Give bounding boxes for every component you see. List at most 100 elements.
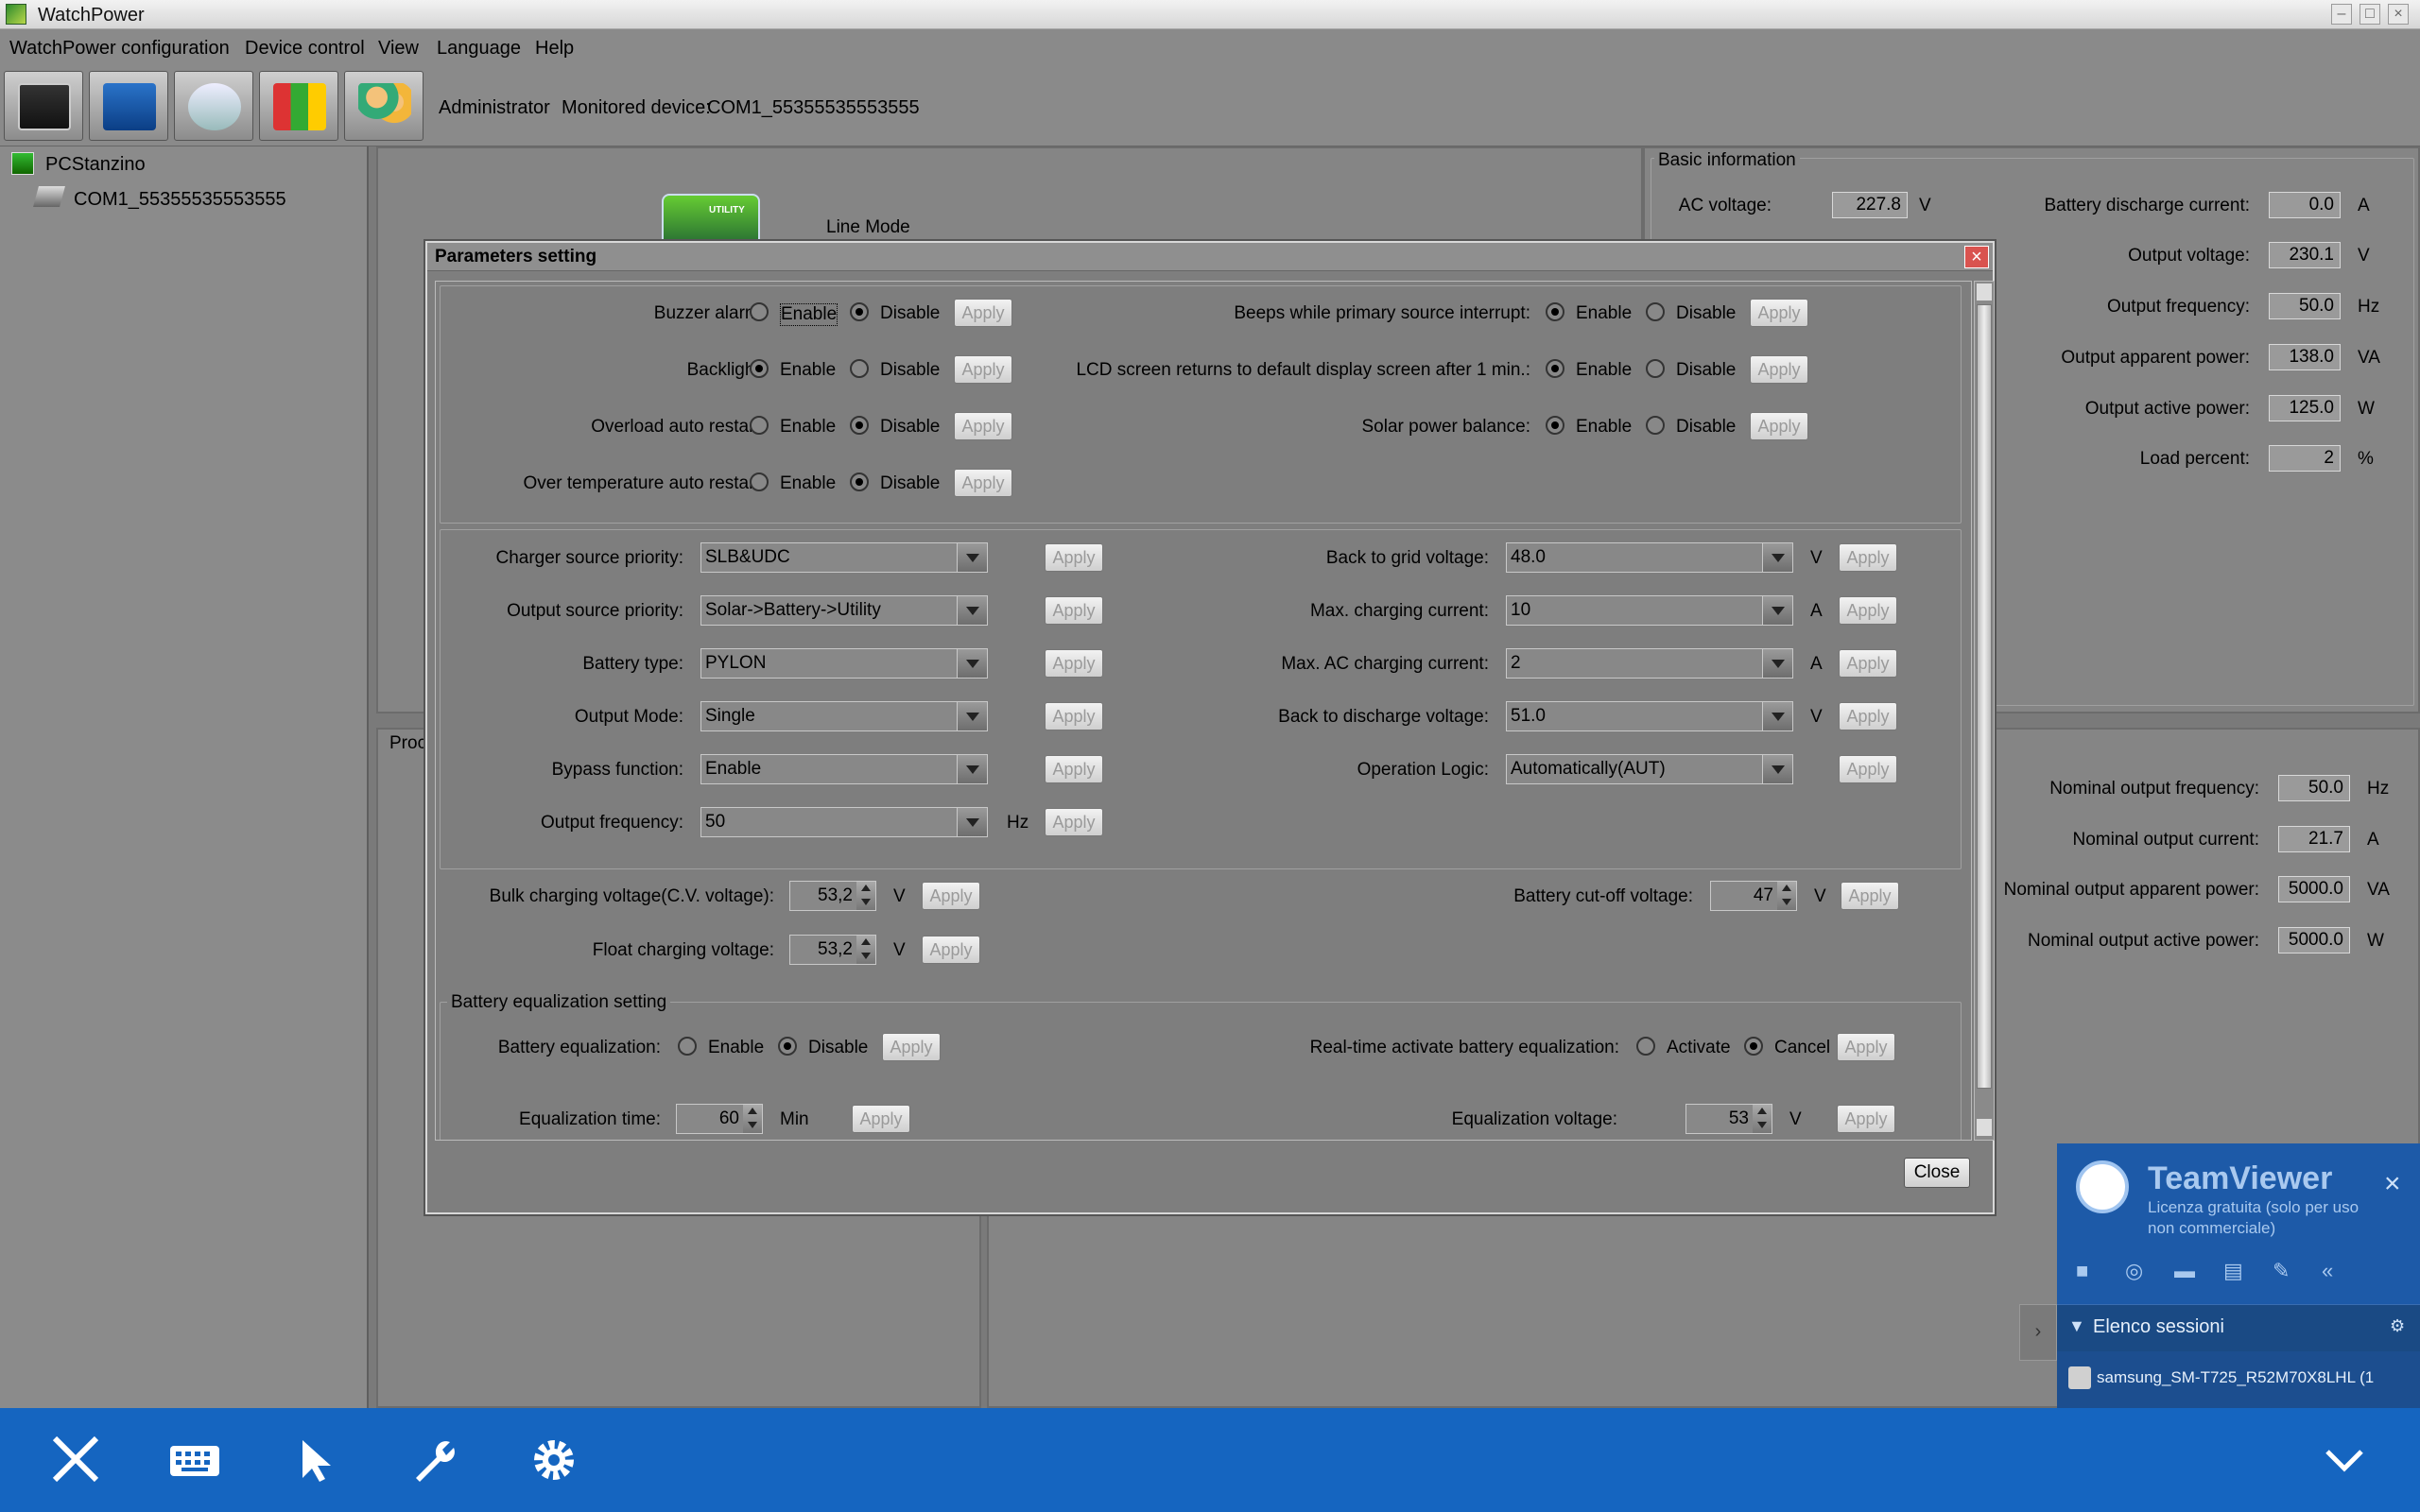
lcd-disable-label[interactable]: Disable [1676, 360, 1736, 381]
equalization-voltage-spinner[interactable]: 53 [1685, 1104, 1772, 1134]
realtime-cancel-radio[interactable] [1744, 1037, 1763, 1056]
overtemp-enable-label[interactable]: Enable [780, 473, 836, 494]
equalization-voltage-apply[interactable]: Apply [1837, 1105, 1895, 1133]
keyboard-icon[interactable] [166, 1436, 223, 1484]
bulk-charging-voltage-apply[interactable]: Apply [922, 882, 980, 910]
realtime-cancel-label[interactable]: Cancel [1774, 1038, 1830, 1058]
close-icon[interactable] [47, 1436, 104, 1484]
sessions-header[interactable]: ▼ Elenco sessioni ⚙ [2057, 1304, 2420, 1351]
buzzer-apply-button[interactable]: Apply [954, 299, 1012, 327]
max-ac-charging-current-apply[interactable]: Apply [1839, 649, 1897, 678]
beeps-enable-radio[interactable] [1546, 302, 1564, 321]
backlight-enable-label[interactable]: Enable [780, 360, 836, 381]
backlight-disable-label[interactable]: Disable [880, 360, 940, 381]
max-charging-current-apply[interactable]: Apply [1839, 596, 1897, 625]
close-window-icon[interactable]: × [2388, 4, 2409, 25]
overload-enable-radio[interactable] [750, 416, 769, 435]
menu-help[interactable]: Help [535, 38, 574, 60]
equalization-apply-button[interactable]: Apply [882, 1033, 941, 1061]
configuration-button[interactable] [89, 71, 168, 141]
overtemp-apply-button[interactable]: Apply [954, 469, 1012, 497]
equalization-time-spinner[interactable]: 60 [676, 1104, 763, 1134]
teamviewer-close-icon[interactable]: × [2384, 1168, 2401, 1200]
tree-root-pc[interactable]: PCStanzino [45, 154, 146, 176]
operation-logic-apply[interactable]: Apply [1839, 755, 1897, 783]
charger-source-priority-select[interactable]: SLB&UDC [700, 542, 988, 573]
device-scan-button[interactable] [174, 71, 253, 141]
session-item[interactable]: samsung_SM-T725_R52M70X8LHL (1 [2057, 1353, 2420, 1408]
spinner-arrows-icon[interactable] [856, 882, 875, 910]
realtime-equalization-apply[interactable]: Apply [1837, 1033, 1895, 1061]
spinner-arrows-icon[interactable] [856, 936, 875, 964]
overtemp-disable-radio[interactable] [850, 472, 869, 491]
output-mode-apply[interactable]: Apply [1045, 702, 1103, 730]
beeps-disable-radio[interactable] [1646, 302, 1665, 321]
user-button[interactable] [344, 71, 424, 141]
equalization-disable-radio[interactable] [778, 1037, 797, 1056]
battery-type-apply[interactable]: Apply [1045, 649, 1103, 678]
chevron-down-icon[interactable] [2316, 1436, 2373, 1484]
tools-icon[interactable]: ✎ [2273, 1259, 2290, 1283]
mouse-pointer-icon[interactable] [289, 1436, 346, 1484]
float-charging-voltage-spinner[interactable]: 53,2 [789, 935, 876, 965]
buzzer-enable-label[interactable]: Enable [780, 303, 838, 326]
solar-balance-disable-radio[interactable] [1646, 416, 1665, 435]
battery-cutoff-voltage-spinner[interactable]: 47 [1710, 881, 1797, 911]
dialog-close-button[interactable]: Close [1904, 1158, 1970, 1188]
maximize-icon[interactable]: □ [2360, 4, 2380, 25]
menu-device-control[interactable]: Device control [245, 38, 365, 60]
realtime-activate-radio[interactable] [1636, 1037, 1655, 1056]
overload-apply-button[interactable]: Apply [954, 412, 1012, 440]
monitor-button[interactable] [4, 71, 83, 141]
realtime-activate-label[interactable]: Activate [1667, 1038, 1731, 1058]
menu-language[interactable]: Language [437, 38, 521, 60]
solar-balance-enable-radio[interactable] [1546, 416, 1564, 435]
vertical-scrollbar[interactable] [1974, 281, 1995, 1141]
output-mode-select[interactable]: Single [700, 701, 988, 731]
scrollbar-thumb[interactable] [1977, 304, 1992, 1089]
back-to-grid-voltage-select[interactable]: 48.0 [1506, 542, 1793, 573]
video-icon[interactable]: ■ [2076, 1259, 2088, 1283]
collapse-icon[interactable]: « [2322, 1259, 2333, 1283]
menu-watchpower-configuration[interactable]: WatchPower configuration [9, 38, 230, 60]
solar-balance-disable-label[interactable]: Disable [1676, 417, 1736, 438]
back-to-discharge-voltage-apply[interactable]: Apply [1839, 702, 1897, 730]
equalization-disable-label[interactable]: Disable [808, 1038, 868, 1058]
buzzer-enable-radio[interactable] [750, 302, 769, 321]
teamviewer-expand-tab[interactable]: › [2019, 1304, 2057, 1361]
dialog-close-icon[interactable]: × [1964, 246, 1989, 268]
bulk-charging-voltage-spinner[interactable]: 53,2 [789, 881, 876, 911]
backlight-disable-radio[interactable] [850, 359, 869, 378]
equalization-enable-radio[interactable] [678, 1037, 697, 1056]
overtemp-disable-label[interactable]: Disable [880, 473, 940, 494]
operation-logic-select[interactable]: Automatically(AUT) [1506, 754, 1793, 784]
solar-balance-enable-label[interactable]: Enable [1576, 417, 1632, 438]
backlight-enable-radio[interactable] [750, 359, 769, 378]
scroll-down-icon[interactable] [1977, 1119, 1992, 1136]
bypass-function-apply[interactable]: Apply [1045, 755, 1103, 783]
output-source-priority-apply[interactable]: Apply [1045, 596, 1103, 625]
wrench-icon[interactable] [406, 1436, 463, 1484]
overload-disable-radio[interactable] [850, 416, 869, 435]
battery-cutoff-voltage-apply[interactable]: Apply [1841, 882, 1899, 910]
overload-enable-label[interactable]: Enable [780, 417, 836, 438]
overtemp-enable-radio[interactable] [750, 472, 769, 491]
tree-device-item[interactable]: COM1_55355535553555 [74, 189, 286, 211]
buzzer-disable-label[interactable]: Disable [880, 303, 940, 324]
menu-view[interactable]: View [378, 38, 419, 60]
output-frequency-select[interactable]: 50 [700, 807, 988, 837]
buzzer-disable-radio[interactable] [850, 302, 869, 321]
lcd-disable-radio[interactable] [1646, 359, 1665, 378]
bypass-function-select[interactable]: Enable [700, 754, 988, 784]
solar-balance-apply-button[interactable]: Apply [1750, 412, 1808, 440]
chat-icon[interactable]: ▬ [2174, 1259, 2195, 1283]
scroll-up-icon[interactable] [1977, 284, 1992, 301]
back-to-discharge-voltage-select[interactable]: 51.0 [1506, 701, 1793, 731]
beeps-apply-button[interactable]: Apply [1750, 299, 1808, 327]
spinner-arrows-icon[interactable] [1777, 882, 1796, 910]
beeps-enable-label[interactable]: Enable [1576, 303, 1632, 324]
float-charging-voltage-apply[interactable]: Apply [922, 936, 980, 964]
gear-icon[interactable]: ⚙ [2390, 1316, 2405, 1336]
data-log-button[interactable] [259, 71, 338, 141]
lcd-enable-label[interactable]: Enable [1576, 360, 1632, 381]
